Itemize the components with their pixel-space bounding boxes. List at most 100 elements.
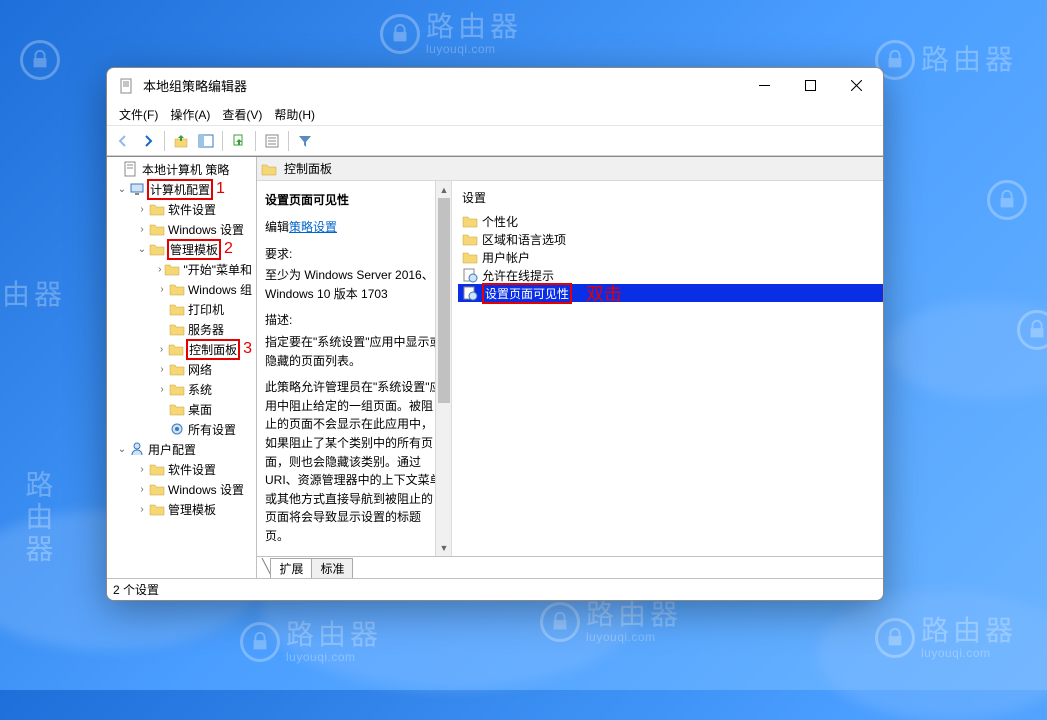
folder-icon [149,481,165,497]
setting-personalization[interactable]: 个性化 [458,212,883,230]
tree-windows-components[interactable]: › Windows 组 [107,279,256,299]
window-title: 本地组策略编辑器 [143,76,741,95]
collapse-toggle[interactable]: ⌄ [115,184,129,195]
tree-system[interactable]: › 系统 [107,379,256,399]
folder-icon [261,161,277,177]
menu-help[interactable]: 帮助(H) [268,104,321,125]
expand-toggle[interactable]: › [155,384,169,395]
folder-icon [149,221,165,237]
annotation-doubleclick: 双击 [586,280,622,306]
scroll-down-icon[interactable]: ▼ [436,539,452,556]
toolbar [107,126,883,156]
menu-file[interactable]: 文件(F) [113,104,164,125]
menubar: 文件(F) 操作(A) 查看(V) 帮助(H) [107,104,883,126]
export-button[interactable] [227,129,251,153]
expand-toggle[interactable]: › [155,364,169,375]
expand-toggle[interactable]: › [135,464,149,475]
folder-icon [169,401,185,417]
show-hide-tree-button[interactable] [194,129,218,153]
filter-button[interactable] [293,129,317,153]
expand-toggle[interactable]: › [135,224,149,235]
tab-standard[interactable]: 标准 [311,558,353,578]
maximize-button[interactable] [787,70,833,102]
expand-toggle[interactable]: › [155,344,168,355]
watermark-domain: luyouqi.com [426,43,522,56]
tree-user-config[interactable]: ⌄ 用户配置 [107,439,256,459]
description-column: 设置页面可见性 编辑策略设置 要求: 至少为 Windows Server 20… [257,181,452,556]
description-p2: 此策略允许管理员在"系统设置"应用中阻止给定的一组页面。被阻止的页面不会显示在此… [265,378,443,545]
forward-button[interactable] [136,129,160,153]
titlebar[interactable]: 本地组策略编辑器 [107,68,883,104]
menu-action[interactable]: 操作(A) [164,104,216,125]
expand-toggle[interactable]: › [135,204,149,215]
folder-icon [149,241,165,257]
scroll-up-icon[interactable]: ▲ [436,181,452,198]
tree-u-windows[interactable]: › Windows 设置 [107,479,256,499]
expand-toggle[interactable]: › [155,264,164,275]
settings-column: 设置 个性化 区域和语言选项 用户帐户 允许在 [452,181,883,556]
settings-header: 设置 [462,189,883,206]
collapse-toggle[interactable]: ⌄ [135,244,149,255]
computer-icon [129,181,145,197]
up-button[interactable] [169,129,193,153]
policy-item-icon [462,285,478,301]
setting-region-language[interactable]: 区域和语言选项 [458,230,883,248]
lock-icon [987,180,1027,220]
tree-computer-config[interactable]: ⌄ 计算机配置 1 [107,179,256,199]
tree-server[interactable]: 服务器 [107,319,256,339]
requirement-label: 要求: [265,245,443,264]
back-button[interactable] [111,129,135,153]
folder-icon [149,461,165,477]
app-icon [119,78,135,94]
setting-page-visibility[interactable]: 设置页面可见性 双击 [458,284,883,302]
tree-u-admin[interactable]: › 管理模板 [107,499,256,519]
folder-icon [164,261,180,277]
setting-user-accounts[interactable]: 用户帐户 [458,248,883,266]
description-label: 描述: [265,311,443,330]
policy-icon [123,161,139,177]
expand-toggle[interactable]: › [155,284,169,295]
menu-view[interactable]: 查看(V) [216,104,268,125]
scrollbar[interactable]: ▲ ▼ [435,181,452,556]
lock-icon [380,14,420,54]
minimize-button[interactable] [741,70,787,102]
description-p1: 指定要在"系统设置"应用中显示或隐藏的页面列表。 [265,333,443,370]
folder-icon [169,381,185,397]
properties-button[interactable] [260,129,284,153]
folder-icon [149,201,165,217]
annotation-1: 1 [216,180,225,198]
folder-icon [169,301,185,317]
breadcrumb: 控制面板 [257,157,883,181]
tree-start-menu[interactable]: › "开始"菜单和 [107,259,256,279]
tab-extended[interactable]: 扩展 [270,558,312,578]
body: 本地计算机 策略 ⌄ 计算机配置 1 › 软件设置 › Windows 设置 ⌄ [107,156,883,578]
tree-admin-templates[interactable]: ⌄ 管理模板 2 [107,239,256,259]
watermark-brand: 路由器 [426,12,522,43]
tree-network[interactable]: › 网络 [107,359,256,379]
folder-icon [462,249,478,265]
folder-icon [462,231,478,247]
edit-policy-link[interactable]: 策略设置 [289,220,337,234]
tree-control-panel[interactable]: › 控制面板 3 [107,339,256,359]
tree-pane[interactable]: 本地计算机 策略 ⌄ 计算机配置 1 › 软件设置 › Windows 设置 ⌄ [107,157,257,578]
tree-all-settings[interactable]: 所有设置 [107,419,256,439]
folder-icon [168,341,184,357]
folder-icon [169,321,185,337]
annotation-2: 2 [224,240,233,258]
tree-root[interactable]: 本地计算机 策略 [107,159,256,179]
expand-toggle[interactable]: › [135,504,149,515]
lock-icon [20,40,60,80]
setting-allow-online[interactable]: 允许在线提示 [458,266,883,284]
tree-printers[interactable]: 打印机 [107,299,256,319]
tabs: ╲ 扩展 标准 [257,556,883,578]
tree-u-software[interactable]: › 软件设置 [107,459,256,479]
tree-software-settings[interactable]: › 软件设置 [107,199,256,219]
folder-icon [169,361,185,377]
collapse-toggle[interactable]: ⌄ [115,444,129,455]
expand-toggle[interactable]: › [135,484,149,495]
close-button[interactable] [833,70,879,102]
policy-item-icon [462,267,478,283]
tree-windows-settings[interactable]: › Windows 设置 [107,219,256,239]
edit-prefix: 编辑 [265,220,289,234]
tree-desktop[interactable]: 桌面 [107,399,256,419]
